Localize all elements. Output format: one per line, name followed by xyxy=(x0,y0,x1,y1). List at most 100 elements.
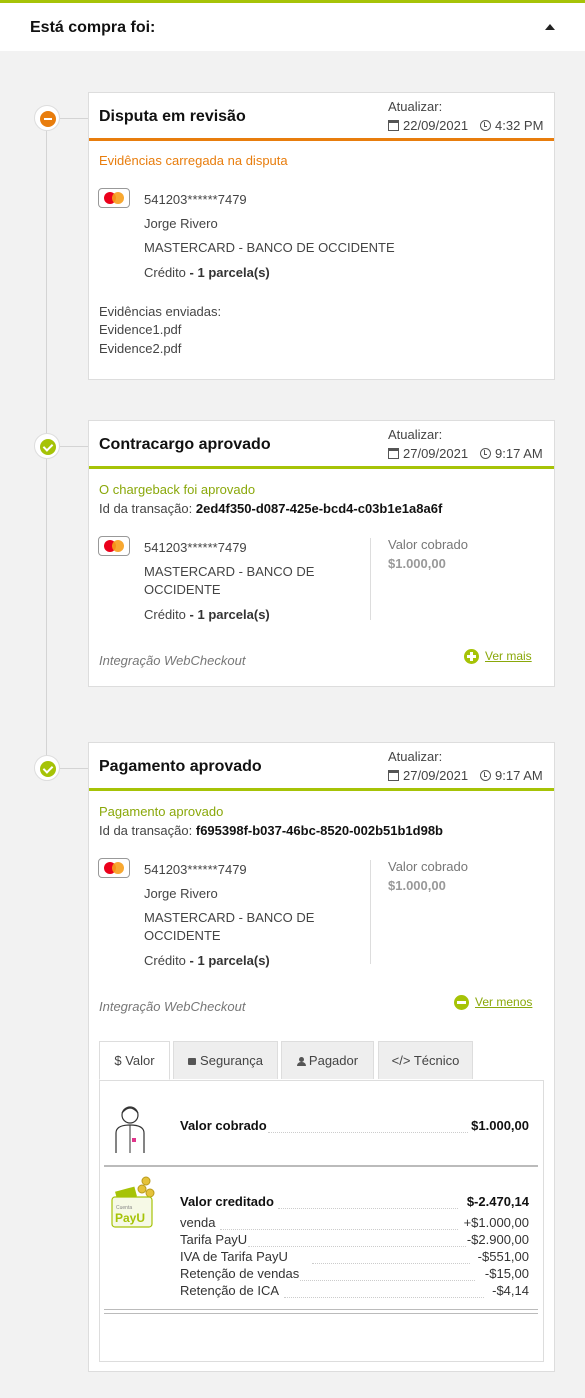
update-date: 22/09/2021 xyxy=(388,118,468,133)
user-icon xyxy=(296,1057,306,1066)
card-brand-bank: MASTERCARD - BANCO DE xyxy=(144,564,315,579)
charged-label: Valor cobrado xyxy=(180,1118,267,1133)
leader-dots xyxy=(284,1297,484,1298)
value-label: Valor cobrado xyxy=(388,537,468,552)
card-holder: Jorge Rivero xyxy=(144,216,218,231)
card-title: Disputa em revisão xyxy=(99,108,246,125)
detail-tabs: $ Valor Segurança Pagador </> Técnico xyxy=(99,1041,544,1081)
column-divider xyxy=(370,860,371,964)
see-more-link[interactable]: Ver mais xyxy=(485,649,532,663)
tab-valor[interactable]: $ Valor xyxy=(99,1041,170,1080)
card-header: Contracargo aprovado Atualizar: 27/09/20… xyxy=(89,421,554,469)
value-label: Valor cobrado xyxy=(388,859,468,874)
credited-row-label: IVA de Tarifa PayU xyxy=(180,1249,288,1264)
credited-row-label: venda xyxy=(180,1215,216,1230)
payment-method: Crédito - 1 parcela(s) xyxy=(144,953,270,968)
credited-row-value: -$551,00 xyxy=(477,1249,529,1264)
minus-circle-icon xyxy=(34,105,60,131)
mastercard-logo-icon xyxy=(98,188,130,208)
plus-circle-icon[interactable] xyxy=(464,649,479,664)
clock-icon xyxy=(480,448,491,459)
update-label: Atualizar: xyxy=(388,427,443,442)
status-text: O chargeback foi aprovado xyxy=(99,482,256,497)
clock-icon xyxy=(480,120,491,131)
calendar-icon xyxy=(388,770,399,781)
section-divider xyxy=(104,1165,538,1167)
credited-row-value: -$15,00 xyxy=(484,1266,529,1281)
header-title: Está compra foi: xyxy=(30,19,156,36)
see-less-link[interactable]: Ver menos xyxy=(475,995,532,1009)
update-time: 9:17 AM xyxy=(480,768,543,783)
card-title: Pagamento aprovado xyxy=(99,758,262,775)
update-label: Atualizar: xyxy=(388,749,443,764)
payu-logo: PayU xyxy=(115,1211,146,1225)
card-brand-bank: MASTERCARD - BANCO DE xyxy=(144,910,315,925)
event-card-payment: Pagamento aprovado Atualizar: 27/09/2021… xyxy=(88,742,555,1372)
tab-tecnico[interactable]: </> Técnico xyxy=(378,1041,473,1079)
mastercard-logo-icon xyxy=(98,858,130,878)
calendar-icon xyxy=(388,120,399,131)
update-time: 4:32 PM xyxy=(480,118,543,133)
transaction-id: Id da transação: f695398f-b037-46bc-8520… xyxy=(99,823,443,838)
event-card-chargeback: Contracargo aprovado Atualizar: 27/09/20… xyxy=(88,420,555,687)
leader-dots xyxy=(300,1280,475,1281)
payment-method: Crédito - 1 parcela(s) xyxy=(144,607,270,622)
timeline-connector xyxy=(60,446,88,447)
minus-circle-icon[interactable] xyxy=(454,995,469,1010)
payment-method: Crédito - 1 parcela(s) xyxy=(144,265,270,280)
total-divider xyxy=(104,1309,538,1314)
card-header: Pagamento aprovado Atualizar: 27/09/2021… xyxy=(89,743,554,791)
clock-icon xyxy=(480,770,491,781)
credited-value: $-2.470,14 xyxy=(466,1194,529,1209)
card-holder: Jorge Rivero xyxy=(144,886,218,901)
integration-label: Integração WebCheckout xyxy=(99,653,246,668)
status-text: Evidências carregada na disputa xyxy=(99,153,288,168)
event-card-dispute: Disputa em revisão Atualizar: 22/09/2021… xyxy=(88,92,555,380)
credited-row-value: +$1.000,00 xyxy=(463,1215,529,1230)
value-amount: $1.000,00 xyxy=(388,556,446,571)
leader-dots xyxy=(220,1229,458,1230)
card-number: 541203******7479 xyxy=(144,192,247,207)
card-number: 541203******7479 xyxy=(144,540,247,555)
leader-dots xyxy=(278,1208,458,1209)
tab-pagador[interactable]: Pagador xyxy=(281,1041,374,1079)
update-label: Atualizar: xyxy=(388,99,443,114)
charged-value: $1.000,00 xyxy=(471,1118,529,1133)
status-text: Pagamento aprovado xyxy=(99,804,224,819)
tab-seguranca[interactable]: Segurança xyxy=(173,1041,278,1079)
credited-row-label: Retenção de ICA xyxy=(180,1283,280,1298)
card-number: 541203******7479 xyxy=(144,862,247,877)
mastercard-logo-icon xyxy=(98,536,130,556)
check-circle-icon xyxy=(34,433,60,459)
timeline-connector xyxy=(60,118,88,119)
credited-row-value: -$4,14 xyxy=(492,1283,529,1298)
integration-label: Integração WebCheckout xyxy=(99,999,246,1014)
update-date: 27/09/2021 xyxy=(388,768,468,783)
calendar-icon xyxy=(388,448,399,459)
purchase-status-header[interactable]: Está compra foi: xyxy=(0,3,585,51)
transaction-id: Id da transação: 2ed4f350-d087-425e-bcd4… xyxy=(99,501,443,516)
update-date: 27/09/2021 xyxy=(388,446,468,461)
value-amount: $1.000,00 xyxy=(388,878,446,893)
card-brand-bank: MASTERCARD - BANCO DE OCCIDENTE xyxy=(144,240,395,255)
card-header: Disputa em revisão Atualizar: 22/09/2021… xyxy=(89,93,554,141)
card-brand-bank: OCCIDENTE xyxy=(144,582,221,597)
credited-label: Valor creditado xyxy=(180,1194,274,1209)
credited-row-label: Retenção de vendas xyxy=(180,1266,300,1281)
timeline-connector xyxy=(60,768,88,769)
cashier-illustration-icon xyxy=(115,1106,145,1153)
update-time: 9:17 AM xyxy=(480,446,543,461)
collapse-caret-icon[interactable] xyxy=(545,24,555,30)
credited-row-label: Tarifa PayU xyxy=(180,1232,248,1247)
lock-icon xyxy=(188,1058,197,1065)
column-divider xyxy=(370,538,371,620)
evidence-file[interactable]: Evidence1.pdf xyxy=(99,322,181,337)
credited-row-value: -$2.900,00 xyxy=(466,1232,529,1247)
leader-dots xyxy=(248,1246,466,1247)
leader-dots xyxy=(312,1263,470,1264)
evidence-file[interactable]: Evidence2.pdf xyxy=(99,341,181,356)
check-circle-icon xyxy=(34,755,60,781)
evidence-label: Evidências enviadas: xyxy=(99,304,222,319)
card-title: Contracargo aprovado xyxy=(99,436,271,453)
valor-panel: Valor cobrado $1.000,00 Cuenta PayU Valo… xyxy=(99,1080,544,1362)
